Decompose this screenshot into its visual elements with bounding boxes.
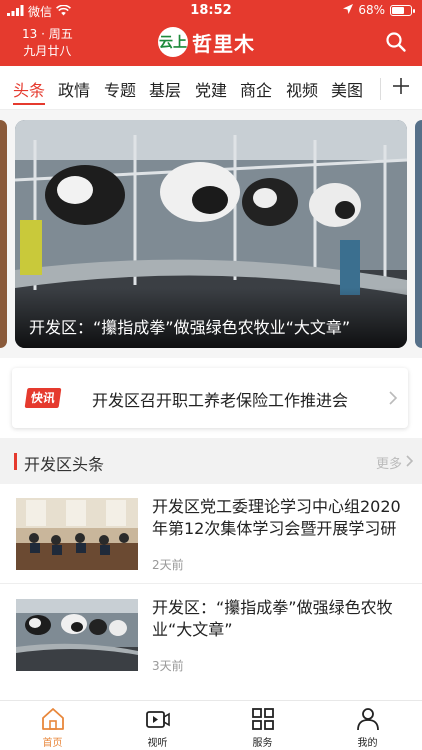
- flash-news-section: 快讯 开发区召开职工养老保险工作推进会: [0, 358, 422, 438]
- date-line-1: 13 · 周五: [22, 27, 73, 41]
- status-bar: 微信 18:52 68%: [0, 0, 422, 22]
- section-header: 开发区头条 更多: [0, 438, 422, 484]
- tab-party[interactable]: 党建: [195, 77, 227, 103]
- tab-grassroots[interactable]: 基层: [149, 77, 181, 103]
- nav-services-label: 服务: [252, 738, 273, 749]
- tab-video[interactable]: 视频: [286, 77, 318, 103]
- news-title: 开发区：“攥指成拳”做强绿色农牧业“大文章”: [152, 598, 393, 639]
- person-icon: [357, 708, 379, 731]
- date-display: 13 · 周五 九月廿八: [22, 26, 73, 60]
- news-item[interactable]: 开发区：“攥指成拳”做强绿色农牧业“大文章” 3天前: [0, 585, 422, 685]
- bottom-nav: 首页 视听 服务 我的: [0, 700, 422, 750]
- battery-percent: 68%: [358, 3, 385, 17]
- tab-politics[interactable]: 政情: [58, 77, 90, 103]
- news-thumbnail: [16, 599, 138, 671]
- channel-tabs: 头条 政情 专题 基层 党建 商企 视频 美图: [0, 66, 422, 110]
- tab-divider: [380, 78, 381, 100]
- home-icon: [42, 708, 64, 730]
- location-icon: [343, 3, 354, 17]
- flash-news-text: 开发区召开职工养老保险工作推进会: [92, 391, 349, 410]
- add-channel-button[interactable]: [390, 75, 412, 97]
- date-line-2: 九月廿八: [23, 44, 72, 58]
- status-bar-right: 68%: [343, 3, 415, 17]
- nav-video-label: 视听: [147, 738, 168, 749]
- flash-tag: 快讯: [24, 388, 62, 408]
- section-title: 开发区头条: [24, 455, 105, 474]
- dairy-milking-photo: [16, 599, 138, 671]
- plus-icon: [393, 78, 409, 94]
- search-button[interactable]: [384, 30, 408, 54]
- headline-carousel: 开发区：“攥指成拳”做强绿色农牧业“大文章”: [0, 110, 422, 358]
- app-bar: 13 · 周五 九月廿八 云上 哲里木: [0, 22, 422, 66]
- chevron-right-icon: [389, 391, 398, 405]
- tab-business[interactable]: 商企: [240, 77, 272, 103]
- nav-home-label: 首页: [42, 738, 63, 749]
- video-icon: [146, 711, 170, 728]
- logo-text: 哲里木: [192, 31, 255, 56]
- grid-icon: [252, 708, 274, 730]
- nav-profile[interactable]: 我的: [315, 701, 420, 750]
- news-time: 3天前: [152, 659, 184, 673]
- news-item[interactable]: 开发区党工委理论学习中心组2020年第12次集体学习会暨开展学习研讨 2天前: [0, 484, 422, 584]
- tab-photos[interactable]: 美图: [331, 77, 363, 103]
- news-title: 开发区党工委理论学习中心组2020年第12次集体学习会暨开展学习研讨: [152, 497, 401, 538]
- search-icon: [386, 32, 406, 52]
- logo-badge: 云上: [158, 27, 188, 57]
- carousel-prev-slide[interactable]: [0, 120, 7, 348]
- nav-profile-label: 我的: [357, 738, 378, 749]
- chevron-right-icon[interactable]: [405, 454, 414, 468]
- more-link[interactable]: 更多: [376, 453, 402, 472]
- meeting-photo: [16, 498, 138, 570]
- section-accent-bar: [14, 453, 17, 470]
- flash-news-card[interactable]: 快讯 开发区召开职工养老保险工作推进会: [12, 368, 408, 428]
- nav-video[interactable]: 视听: [105, 701, 210, 750]
- tab-topics[interactable]: 专题: [104, 77, 136, 103]
- news-thumbnail: [16, 498, 138, 570]
- app-header: 微信 18:52 68% 13 · 周五 九月廿八 云上 哲里木: [0, 0, 422, 66]
- carousel-slide[interactable]: 开发区：“攥指成拳”做强绿色农牧业“大文章”: [15, 120, 407, 348]
- nav-services[interactable]: 服务: [210, 701, 315, 750]
- battery-icon: [390, 4, 415, 16]
- nav-home[interactable]: 首页: [0, 701, 105, 750]
- carousel-next-slide[interactable]: [415, 120, 422, 348]
- carousel-caption: 开发区：“攥指成拳”做强绿色农牧业“大文章”: [29, 318, 351, 337]
- battery-fill: [392, 6, 404, 14]
- app-logo: 云上 哲里木: [158, 27, 255, 57]
- news-time: 2天前: [152, 558, 184, 572]
- tab-headlines[interactable]: 头条: [13, 77, 46, 105]
